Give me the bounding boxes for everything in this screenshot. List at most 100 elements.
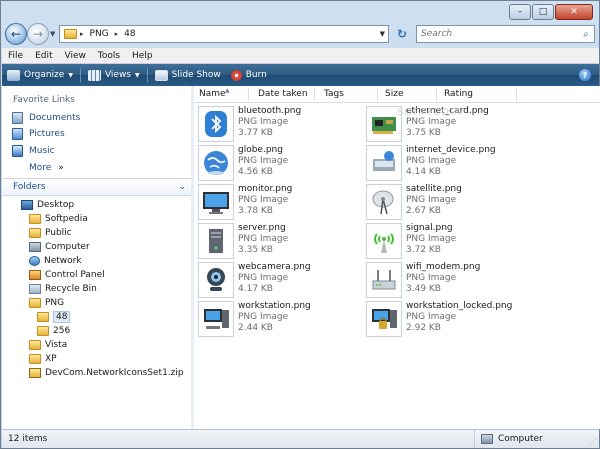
tree-item-softpedia[interactable]: Softpedia (29, 212, 88, 225)
menu-help[interactable]: Help (126, 51, 159, 61)
column-divider[interactable] (314, 88, 315, 101)
organize-button[interactable]: Organize ▼ (2, 64, 78, 86)
breadcrumb-png[interactable]: PNG (90, 29, 109, 39)
file-item[interactable]: globe.png PNG Image 4.56 KB (198, 145, 368, 181)
resize-grip-icon[interactable]: ⋰ (589, 437, 597, 446)
file-size: 3.77 KB (238, 128, 273, 138)
column-size[interactable]: Size (385, 89, 403, 99)
internet-device-icon (366, 145, 402, 181)
file-type: PNG Image (238, 312, 289, 322)
column-name[interactable]: Name ▲ (199, 87, 230, 99)
slideshow-button[interactable]: Slide Show (150, 64, 226, 86)
views-button[interactable]: Views ▼ (83, 64, 145, 86)
file-type: PNG Image (406, 156, 457, 166)
burn-disc-icon (230, 69, 242, 81)
search-box[interactable]: ⌕ (416, 25, 595, 43)
control-panel-icon (29, 269, 41, 280)
tree-item-256[interactable]: 256 (37, 324, 70, 337)
search-icon[interactable]: ⌕ (578, 29, 594, 40)
back-button[interactable]: ← (5, 23, 27, 45)
menu-view[interactable]: View (59, 51, 92, 61)
maximize-button[interactable]: □ (532, 4, 554, 20)
tree-item-desktop[interactable]: Desktop (21, 198, 74, 211)
tree-label: Computer (45, 241, 90, 252)
menu-edit[interactable]: Edit (29, 51, 58, 61)
tree-item-xp[interactable]: XP (29, 352, 57, 365)
file-size: 3.75 KB (406, 128, 441, 138)
file-item[interactable]: wifi_modem.png PNG Image 3.49 KB (366, 262, 536, 298)
file-item[interactable]: bluetooth.png PNG Image 3.77 KB (198, 106, 368, 142)
file-meta: bluetooth.png PNG Image 3.77 KB (238, 106, 301, 142)
file-item[interactable]: monitor.png PNG Image 3.78 KB (198, 184, 368, 220)
file-meta: monitor.png PNG Image 3.78 KB (238, 184, 292, 220)
breadcrumb-48[interactable]: 48 (124, 29, 135, 39)
more-label: More (29, 163, 52, 173)
toolbar-divider (79, 68, 81, 82)
tree-item-recycle-bin[interactable]: Recycle Bin (29, 282, 97, 295)
file-item[interactable]: server.png PNG Image 3.35 KB (198, 223, 368, 259)
column-tags[interactable]: Tags (324, 89, 344, 99)
favorite-music[interactable]: Music (12, 145, 55, 157)
menu-tools[interactable]: Tools (92, 51, 126, 61)
refresh-button[interactable]: ↻ (393, 25, 411, 43)
favorite-pictures[interactable]: Pictures (12, 128, 65, 140)
file-item[interactable]: workstation.png PNG Image 2.44 KB (198, 301, 368, 337)
tree-item-png[interactable]: PNG (29, 296, 64, 309)
column-divider[interactable] (436, 88, 437, 101)
file-list-pane: Name ▲ Date taken Tags Size Rating bluet… (194, 86, 600, 429)
chevron-down-icon: ▼ (68, 71, 73, 79)
recent-pages-dropdown[interactable]: ▼ (50, 30, 55, 38)
folder-icon (37, 325, 49, 336)
column-rating[interactable]: Rating (444, 89, 473, 99)
favorite-label: Music (29, 146, 55, 156)
organize-icon (7, 69, 20, 81)
workstation-icon (198, 301, 234, 337)
search-input[interactable] (421, 27, 578, 41)
folder-icon (64, 29, 77, 39)
favorite-label: Documents (29, 113, 81, 123)
file-item[interactable]: satellite.png PNG Image 2.67 KB (366, 184, 536, 220)
file-size: 3.72 KB (406, 245, 441, 255)
column-divider[interactable] (377, 88, 378, 101)
file-item[interactable]: internet_device.png PNG Image 4.14 KB (366, 145, 536, 181)
file-item[interactable]: workstation_locked.png PNG Image 2.92 KB (366, 301, 536, 337)
file-name: signal.png (406, 223, 453, 233)
minimize-button[interactable]: – (509, 4, 531, 20)
tree-item-zip[interactable]: DevCom.NetworkIconsSet1.zip (29, 366, 184, 379)
zip-folder-icon (29, 367, 41, 378)
explorer-window: – □ ✕ ← → ▼ ▸ PNG ▸ 48 ▼ ↻ ⌕ File Edit (0, 0, 600, 449)
column-date-taken[interactable]: Date taken (258, 89, 308, 99)
file-item[interactable]: webcamera.png PNG Image 4.17 KB (198, 262, 368, 298)
file-item[interactable]: signal.png PNG Image 3.72 KB (366, 223, 536, 259)
address-bar[interactable]: ▸ PNG ▸ 48 ▼ (59, 25, 389, 43)
refresh-icon: ↻ (396, 27, 408, 41)
tree-label: Public (45, 227, 72, 238)
favorite-documents[interactable]: Documents (12, 112, 80, 124)
close-button[interactable]: ✕ (555, 4, 593, 20)
tree-item-control-panel[interactable]: Control Panel (29, 268, 105, 281)
tree-item-computer[interactable]: Computer (29, 240, 90, 253)
folder-icon (29, 339, 41, 350)
tree-item-vista[interactable]: Vista (29, 338, 67, 351)
more-favorites-link[interactable]: More » (29, 163, 64, 173)
tree-item-network[interactable]: Network (29, 254, 82, 267)
forward-button[interactable]: → (27, 23, 49, 45)
file-name: server.png (238, 223, 286, 233)
folders-header[interactable]: Folders ⌄ (2, 178, 191, 196)
tree-label: 48 (53, 310, 71, 323)
column-divider[interactable] (516, 88, 517, 101)
tree-item-public[interactable]: Public (29, 226, 72, 239)
help-icon[interactable]: ? (579, 69, 591, 81)
menu-file[interactable]: File (2, 51, 29, 61)
burn-button[interactable]: Burn (226, 64, 272, 86)
title-bar: – □ ✕ ← → ▼ ▸ PNG ▸ 48 ▼ ↻ ⌕ (1, 1, 599, 49)
column-divider[interactable] (248, 88, 249, 101)
address-dropdown-icon[interactable]: ▼ (380, 30, 385, 38)
arrow-right-icon: → (32, 27, 44, 41)
workstation-locked-icon (366, 301, 402, 337)
breadcrumb-separator[interactable]: ▸ (115, 30, 119, 38)
computer-icon (29, 241, 41, 252)
file-type: PNG Image (406, 234, 457, 244)
breadcrumb-separator[interactable]: ▸ (80, 30, 84, 38)
tree-item-48[interactable]: 48 (37, 310, 71, 323)
